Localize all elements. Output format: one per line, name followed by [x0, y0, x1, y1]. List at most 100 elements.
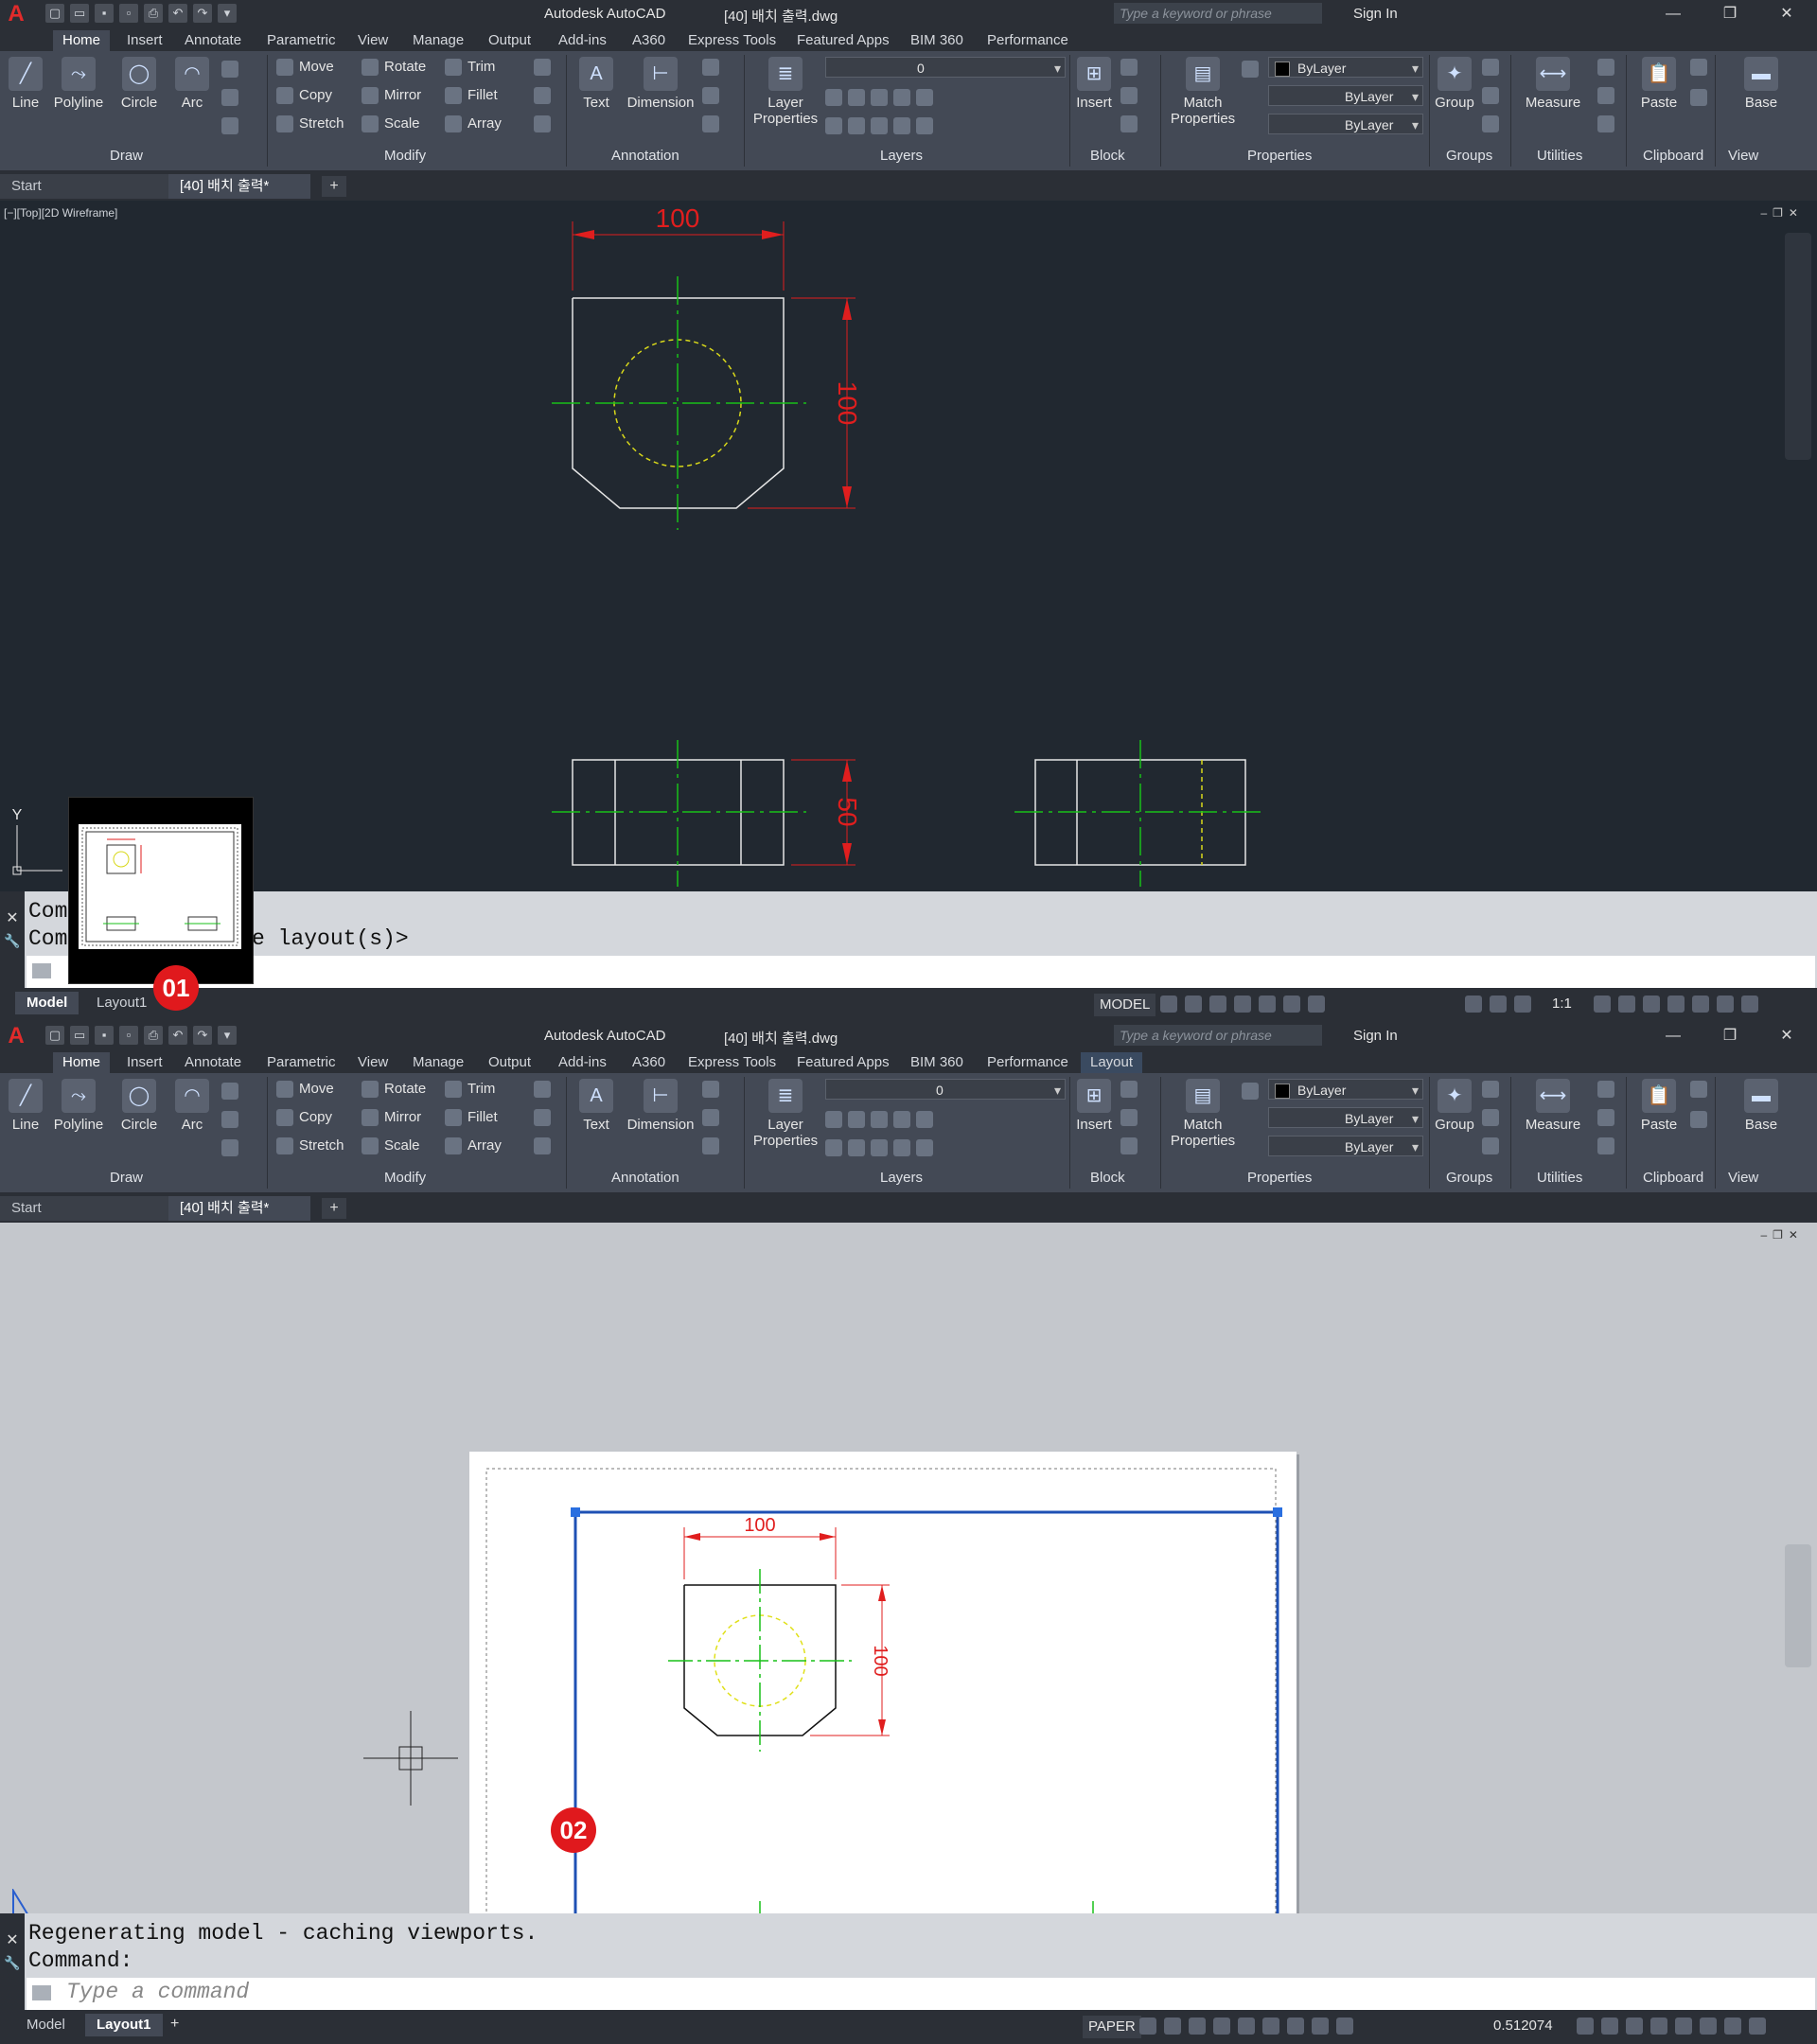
layer-properties-button[interactable]: ≣ Layer Properties [750, 57, 821, 127]
stretch-button[interactable]: Stretch [276, 1137, 344, 1155]
calculator-icon[interactable] [1597, 1137, 1620, 1155]
cut-icon[interactable] [1690, 59, 1713, 77]
array-button[interactable]: Array [445, 1137, 502, 1155]
modify-panel-label[interactable]: Modify [384, 1170, 426, 1186]
navigation-bar-2[interactable] [1785, 1544, 1811, 1667]
restore-icon[interactable]: ❐ [1711, 1024, 1749, 1048]
create-block-icon[interactable] [1120, 59, 1143, 77]
trim-button[interactable]: Trim [445, 1081, 495, 1099]
cut-icon[interactable] [1690, 1081, 1713, 1099]
close-command-icon[interactable]: ✕ [0, 1930, 25, 1949]
tab-performance[interactable]: Performance [978, 30, 1078, 51]
leader-icon[interactable] [702, 1081, 725, 1099]
circle-button[interactable]: ◯ Circle [115, 1079, 163, 1133]
customize-qa-icon[interactable]: ▾ [218, 1026, 237, 1045]
color-wheel-icon[interactable] [1242, 1083, 1264, 1101]
redo-icon[interactable]: ↷ [193, 4, 212, 23]
group-button[interactable]: ✦ Group [1433, 57, 1476, 111]
color-dropdown[interactable]: ByLayer [1268, 57, 1423, 79]
customize-command-icon[interactable]: 🔧 [0, 933, 25, 949]
new-tab-icon[interactable]: + [322, 176, 346, 197]
text-button[interactable]: A Text [575, 1079, 617, 1133]
group-edit-icon[interactable] [1482, 87, 1505, 105]
status-toggles-right-2[interactable] [1577, 2018, 1766, 2036]
layer-tools-row-1[interactable] [825, 1111, 939, 1129]
scale-button[interactable]: Scale [362, 115, 420, 133]
table-icon[interactable] [702, 1137, 725, 1155]
insert-button[interactable]: ⊞ Insert [1075, 57, 1113, 111]
autocad-logo-icon-2[interactable]: A [4, 1024, 28, 1048]
base-button[interactable]: ▬ Base [1739, 57, 1783, 111]
trim-button[interactable]: Trim [445, 59, 495, 77]
viewport-window-controls-2[interactable]: –❐✕ [1761, 1228, 1805, 1242]
groups-panel-label[interactable]: Groups [1446, 1170, 1492, 1186]
erase-icon[interactable] [534, 59, 556, 77]
point-icon[interactable] [1597, 87, 1620, 105]
command-window-handle[interactable]: ✕ 🔧 [0, 891, 25, 1001]
quick-select-icon[interactable] [1597, 59, 1620, 77]
status-toggles-right[interactable] [1594, 996, 1758, 1014]
group-button[interactable]: ✦ Group [1433, 1079, 1476, 1133]
tab-a360[interactable]: A360 [623, 30, 675, 51]
tab-express-tools[interactable]: Express Tools [679, 1052, 785, 1073]
viewport-grip-tl[interactable] [571, 1507, 580, 1517]
insert-button[interactable]: ⊞ Insert [1075, 1079, 1113, 1133]
start-tab[interactable]: Start [0, 1196, 168, 1221]
tab-output[interactable]: Output [479, 1052, 540, 1073]
command-input-2[interactable]: Type a command [26, 1978, 1815, 2010]
fillet-button[interactable]: Fillet [445, 1109, 498, 1127]
new-tab-icon[interactable]: + [322, 1198, 346, 1219]
linetype-dropdown[interactable]: ByLayer [1268, 85, 1423, 107]
new-layout-icon[interactable]: + [170, 2016, 179, 2033]
group-edit-icon[interactable] [1482, 1109, 1505, 1127]
undo-icon[interactable]: ↶ [168, 1026, 187, 1045]
copy-button[interactable]: Copy [276, 87, 332, 105]
open-file-icon[interactable]: ▭ [70, 1026, 89, 1045]
properties-panel-label[interactable]: Properties [1247, 148, 1312, 164]
autocad-logo-icon[interactable]: A [4, 2, 28, 26]
document-tab[interactable]: [40] 배치 출력* [168, 1196, 310, 1221]
measure-button[interactable]: ⟷ Measure [1520, 1079, 1586, 1133]
sign-in-button-2[interactable]: Sign In [1353, 1028, 1398, 1044]
polyline-button[interactable]: ⤳ Polyline [51, 1079, 106, 1133]
lineweight-dropdown[interactable]: ByLayer [1268, 114, 1423, 135]
save-icon[interactable]: ▪ [95, 4, 114, 23]
tab-annotate[interactable]: Annotate [175, 30, 251, 51]
status-toggles-left[interactable] [1160, 996, 1325, 1014]
status-toggles-left-2[interactable] [1139, 2018, 1353, 2036]
group-select-icon[interactable] [1482, 1137, 1505, 1155]
open-file-icon[interactable]: ▭ [70, 4, 89, 23]
circle-button[interactable]: ◯ Circle [115, 57, 163, 111]
paper-space-area[interactable]: –❐✕ 100 100 [0, 1223, 1817, 2044]
command-prompt-icon[interactable] [32, 963, 51, 978]
edit-block-icon[interactable] [1120, 1109, 1143, 1127]
view-panel-label[interactable]: View [1728, 1170, 1758, 1186]
edit-block-icon[interactable] [1120, 87, 1143, 105]
explode-icon[interactable] [534, 87, 556, 105]
block-attributes-icon[interactable] [1120, 115, 1143, 133]
properties-panel-label[interactable]: Properties [1247, 1170, 1312, 1186]
close-command-icon[interactable]: ✕ [0, 908, 25, 927]
model-space-toggle[interactable]: MODEL [1094, 994, 1156, 1016]
restore-icon[interactable]: ❐ [1711, 2, 1749, 26]
search-input-2[interactable]: Type a keyword or phrase [1114, 1025, 1322, 1046]
tab-parametric[interactable]: Parametric [257, 30, 345, 51]
command-window[interactable]: ✕ 🔧 Com Com e layout(s)> [0, 891, 1817, 1001]
clipboard-panel-label[interactable]: Clipboard [1643, 148, 1703, 164]
tab-view[interactable]: View [348, 1052, 397, 1073]
minimize-icon[interactable]: — [1654, 2, 1692, 26]
stretch-button[interactable]: Stretch [276, 115, 344, 133]
table-icon[interactable] [702, 115, 725, 133]
arc-button[interactable]: ◠ Arc [172, 57, 212, 111]
base-button[interactable]: ▬ Base [1739, 1079, 1783, 1133]
close-icon[interactable]: ✕ [1768, 2, 1806, 26]
tab-view[interactable]: View [348, 30, 397, 51]
annotation-scale[interactable]: 1:1 [1552, 996, 1572, 1012]
tab-manage[interactable]: Manage [403, 30, 473, 51]
match-properties-button[interactable]: ▤ Match Properties [1166, 1079, 1240, 1149]
move-button[interactable]: Move [276, 1081, 334, 1099]
layers-panel-label[interactable]: Layers [880, 148, 923, 164]
rotate-button[interactable]: Rotate [362, 1081, 426, 1099]
draw-panel-label[interactable]: Draw [110, 1170, 143, 1186]
paste-button[interactable]: 📋 Paste [1637, 57, 1681, 111]
